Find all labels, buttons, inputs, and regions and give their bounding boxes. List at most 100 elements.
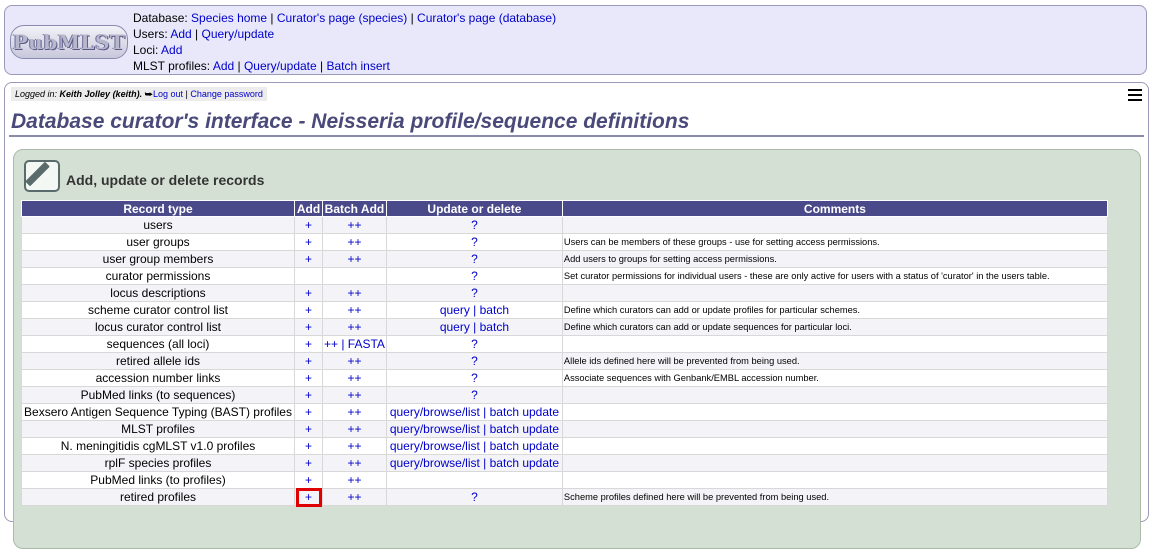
- update-delete-cell: ?: [385, 488, 563, 506]
- add-link[interactable]: +: [305, 473, 312, 487]
- comment-cell: Set curator permissions for individual u…: [561, 267, 1108, 285]
- hamburger-menu-icon[interactable]: [1128, 89, 1142, 101]
- update-delete-link[interactable]: ?: [471, 218, 478, 232]
- batch-add-link[interactable]: ++: [347, 235, 361, 249]
- add-link[interactable]: +: [305, 456, 312, 470]
- update-delete-link[interactable]: query | batch: [440, 303, 509, 317]
- batch-add-link[interactable]: ++: [347, 218, 361, 232]
- add-cell: +: [294, 454, 323, 472]
- batch-add-link[interactable]: ++: [347, 252, 361, 266]
- batch-add-link[interactable]: ++ | FASTA: [324, 337, 385, 351]
- add-link[interactable]: +: [305, 337, 312, 351]
- add-link[interactable]: +: [305, 286, 312, 300]
- add-cell: +: [294, 301, 323, 319]
- add-cell: +: [294, 471, 323, 489]
- record-type-cell: curator permissions: [21, 267, 295, 285]
- update-delete-link[interactable]: query/browse/list | batch update: [390, 422, 559, 436]
- table-row: users + ++?: [21, 216, 1108, 234]
- batch-add-link[interactable]: ++: [347, 473, 361, 487]
- update-delete-link[interactable]: ?: [471, 371, 478, 385]
- update-delete-cell: ?: [385, 250, 563, 268]
- update-delete-link[interactable]: ?: [471, 286, 478, 300]
- add-link[interactable]: +: [305, 405, 312, 419]
- record-type-cell: retired allele ids: [21, 352, 295, 370]
- batch-add-link[interactable]: ++: [347, 320, 361, 334]
- add-link[interactable]: +: [305, 235, 312, 249]
- record-type-cell: PubMed links (to sequences): [21, 386, 295, 404]
- add-cell: +: [294, 420, 323, 438]
- update-delete-link[interactable]: ?: [471, 252, 478, 266]
- batch-add-link[interactable]: ++: [347, 354, 361, 368]
- batch-add-cell: ++: [322, 403, 387, 421]
- record-type-cell: sequences (all loci): [21, 335, 295, 353]
- col-comments: Comments: [561, 200, 1108, 217]
- header-nav: Database: Species home | Curator's page …: [133, 10, 556, 74]
- update-delete-cell: query/browse/list | batch update: [385, 454, 563, 472]
- comment-cell: [561, 420, 1108, 438]
- species-home-link[interactable]: Species home: [191, 11, 267, 25]
- table-row: sequences (all loci) + ++ | FASTA?: [21, 335, 1108, 353]
- update-delete-cell: ?: [385, 284, 563, 302]
- mlst-query-update-link[interactable]: Query/update: [244, 59, 317, 73]
- add-link[interactable]: +: [295, 487, 322, 507]
- curators-page-database-link[interactable]: Curator's page (database): [417, 11, 556, 25]
- update-delete-cell: ?: [385, 386, 563, 404]
- record-type-cell: user group members: [21, 250, 295, 268]
- update-delete-link[interactable]: ?: [471, 269, 478, 283]
- batch-add-cell: ++: [322, 250, 387, 268]
- batch-add-link[interactable]: ++: [347, 388, 361, 402]
- add-link[interactable]: +: [305, 371, 312, 385]
- update-delete-link[interactable]: query/browse/list | batch update: [390, 456, 559, 470]
- update-delete-link[interactable]: ?: [471, 235, 478, 249]
- table-row: Bexsero Antigen Sequence Typing (BAST) p…: [21, 403, 1108, 421]
- edit-icon: [24, 160, 60, 192]
- batch-add-link[interactable]: ++: [347, 303, 361, 317]
- batch-add-link[interactable]: ++: [347, 422, 361, 436]
- update-delete-link[interactable]: query/browse/list | batch update: [390, 405, 559, 419]
- mlst-add-link[interactable]: Add: [213, 59, 234, 73]
- record-type-cell: accession number links: [21, 369, 295, 387]
- add-link[interactable]: +: [305, 388, 312, 402]
- update-delete-cell: query | batch: [385, 318, 563, 336]
- batch-add-link[interactable]: ++: [347, 439, 361, 453]
- add-link[interactable]: +: [305, 252, 312, 266]
- update-delete-link[interactable]: ?: [471, 337, 478, 351]
- update-delete-link[interactable]: ?: [471, 490, 478, 504]
- batch-add-link[interactable]: ++: [347, 371, 361, 385]
- update-delete-link[interactable]: ?: [471, 354, 478, 368]
- add-link[interactable]: +: [305, 218, 312, 232]
- table-row: user groups + ++? Users can be members of t…: [21, 233, 1108, 251]
- pubmlst-logo[interactable]: PubMLST: [10, 25, 128, 59]
- record-type-cell: PubMed links (to profiles): [21, 471, 295, 489]
- batch-add-link[interactable]: ++: [347, 405, 361, 419]
- curators-page-species-link[interactable]: Curator's page (species): [277, 11, 407, 25]
- record-type-cell: MLST profiles: [21, 420, 295, 438]
- logout-icon[interactable]: ⮩: [145, 89, 153, 99]
- change-password-link[interactable]: Change password: [190, 89, 263, 99]
- loci-add-link[interactable]: Add: [161, 43, 182, 57]
- update-delete-link[interactable]: query | batch: [440, 320, 509, 334]
- nav-database-label: Database:: [133, 11, 192, 25]
- mlst-batch-insert-link[interactable]: Batch insert: [326, 59, 389, 73]
- batch-add-cell: ++: [322, 488, 387, 506]
- logout-link[interactable]: Log out: [153, 89, 183, 99]
- update-delete-link[interactable]: ?: [471, 388, 478, 402]
- batch-add-link[interactable]: ++: [347, 490, 361, 504]
- add-link[interactable]: +: [305, 439, 312, 453]
- users-add-link[interactable]: Add: [170, 27, 191, 41]
- batch-add-cell: ++: [322, 233, 387, 251]
- comment-cell: [561, 471, 1108, 489]
- batch-add-link[interactable]: ++: [347, 286, 361, 300]
- update-delete-link[interactable]: query/browse/list | batch update: [390, 439, 559, 453]
- add-link[interactable]: +: [305, 303, 312, 317]
- add-link[interactable]: +: [305, 320, 312, 334]
- add-cell: +: [294, 335, 323, 353]
- add-link[interactable]: +: [305, 354, 312, 368]
- add-cell: +: [294, 386, 323, 404]
- table-row: locus curator control list + ++ query | bat…: [21, 318, 1108, 336]
- update-delete-cell: ?: [385, 335, 563, 353]
- users-query-update-link[interactable]: Query/update: [202, 27, 275, 41]
- batch-add-link[interactable]: ++: [347, 456, 361, 470]
- add-link[interactable]: +: [305, 422, 312, 436]
- comment-cell: [561, 216, 1108, 234]
